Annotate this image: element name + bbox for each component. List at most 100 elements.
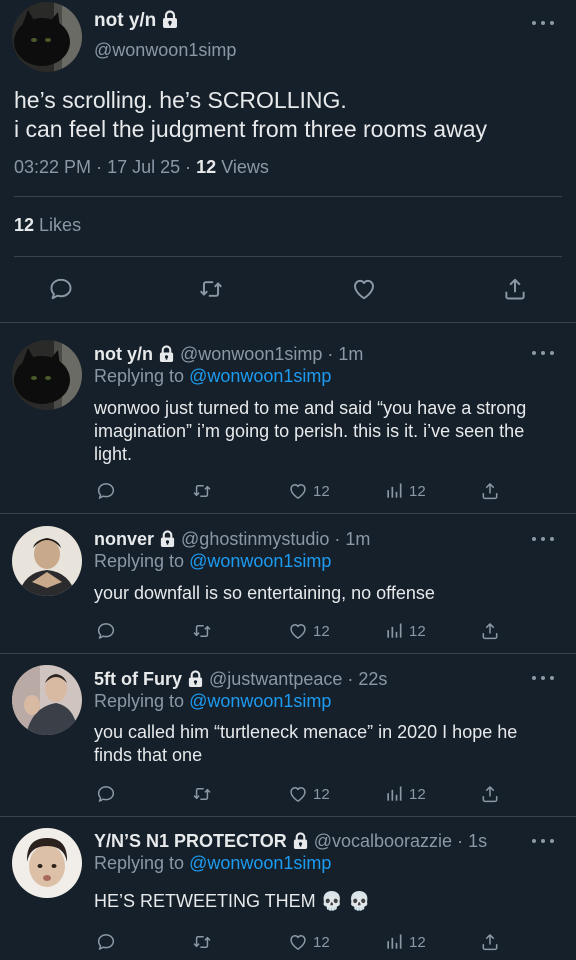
more-options-icon[interactable] xyxy=(532,348,554,358)
reply-icon[interactable] xyxy=(48,276,74,302)
author-handle[interactable]: @justwantpeace xyxy=(209,669,342,689)
avatar[interactable] xyxy=(12,665,82,735)
author-name[interactable]: not y/n xyxy=(94,10,156,31)
author-name[interactable]: nonver xyxy=(94,529,154,549)
replying-to-link[interactable]: @wonwoon1simp xyxy=(189,551,331,571)
like-action[interactable]: 12 xyxy=(288,784,330,804)
share-icon xyxy=(480,621,500,641)
reply-action[interactable] xyxy=(96,481,116,501)
retweet-action[interactable] xyxy=(192,932,212,952)
avatar-image xyxy=(12,526,82,596)
share-action[interactable] xyxy=(480,481,500,501)
views-count: 12 xyxy=(409,785,426,803)
views-count: 12 xyxy=(196,157,217,177)
divider xyxy=(14,256,562,257)
tweet-text-line: i can feel the judgment from three rooms… xyxy=(14,116,488,142)
replying-label: Replying to xyxy=(94,691,185,711)
share-action[interactable] xyxy=(480,932,500,952)
separator-dot: · xyxy=(327,344,334,364)
like-count: 12 xyxy=(313,482,330,500)
separator-dot: · xyxy=(185,157,197,177)
reply-action[interactable] xyxy=(96,621,116,641)
lock-icon xyxy=(187,670,204,687)
lock-icon xyxy=(292,832,309,849)
divider xyxy=(0,816,576,817)
replying-to: Replying to @wonwoon1simp xyxy=(94,551,331,572)
share-icon xyxy=(480,481,500,501)
like-icon[interactable] xyxy=(351,276,377,302)
avatar[interactable] xyxy=(12,828,82,898)
share-icon[interactable] xyxy=(502,276,528,302)
reply-text: HE’S RETWEETING THEM 💀 💀 xyxy=(94,891,371,911)
author-name[interactable]: not y/n xyxy=(94,344,153,364)
views-icon xyxy=(384,481,404,501)
author-name-row[interactable]: not y/n xyxy=(94,10,179,32)
reply-icon xyxy=(96,621,116,641)
divider xyxy=(0,322,576,323)
reply-time[interactable]: 22s xyxy=(358,669,387,689)
views-action[interactable]: 12 xyxy=(384,784,426,804)
tweet-text-line: he’s scrolling. he’s SCROLLING. xyxy=(14,87,347,113)
avatar[interactable] xyxy=(12,340,82,410)
reply-header: nonver @ghostinmystudio · 1m xyxy=(94,529,370,550)
avatar-image xyxy=(12,828,82,898)
retweet-icon[interactable] xyxy=(198,276,224,302)
views-icon xyxy=(384,932,404,952)
tweet-date[interactable]: 17 Jul 25 xyxy=(107,157,180,177)
retweet-action[interactable] xyxy=(192,621,212,641)
views-action[interactable]: 12 xyxy=(384,481,426,501)
retweet-icon xyxy=(192,932,212,952)
avatar-image xyxy=(12,340,82,410)
share-action[interactable] xyxy=(480,784,500,804)
like-action[interactable]: 12 xyxy=(288,481,330,501)
reply-header: 5ft of Fury @justwantpeace · 22s xyxy=(94,669,387,690)
replying-to-link[interactable]: @wonwoon1simp xyxy=(189,853,331,873)
avatar-image xyxy=(12,665,82,735)
lock-icon xyxy=(161,10,179,28)
retweet-action[interactable] xyxy=(192,481,212,501)
author-name[interactable]: Y/N’S N1 PROTECTOR xyxy=(94,831,287,851)
tweet-time[interactable]: 03:22 PM xyxy=(14,157,91,177)
reply-time[interactable]: 1m xyxy=(338,344,363,364)
author-handle[interactable]: @wonwoon1simp xyxy=(94,40,236,61)
lock-icon xyxy=(158,345,175,362)
author-handle[interactable]: @wonwoon1simp xyxy=(180,344,322,364)
likes-label: Likes xyxy=(39,215,82,235)
views-icon xyxy=(384,621,404,641)
views-count: 12 xyxy=(409,622,426,640)
reply-header: Y/N’S N1 PROTECTOR @vocalboorazzie · 1s xyxy=(94,831,487,852)
more-options-icon[interactable] xyxy=(532,534,554,544)
author-handle[interactable]: @ghostinmystudio xyxy=(181,529,329,549)
more-options-icon[interactable] xyxy=(532,673,554,683)
like-action[interactable]: 12 xyxy=(288,621,330,641)
likes-summary[interactable]: 12 Likes xyxy=(14,215,81,236)
reply-header: not y/n @wonwoon1simp · 1m xyxy=(94,344,363,365)
retweet-icon xyxy=(192,621,212,641)
like-icon xyxy=(288,481,308,501)
separator-dot: · xyxy=(334,529,341,549)
avatar[interactable] xyxy=(12,526,82,596)
author-name[interactable]: 5ft of Fury xyxy=(94,669,182,689)
share-icon xyxy=(480,784,500,804)
more-options-icon[interactable] xyxy=(532,836,554,846)
tweet-text: he’s scrolling. he’s SCROLLING. i can fe… xyxy=(14,86,564,144)
reply-action[interactable] xyxy=(96,932,116,952)
reply-icon xyxy=(96,932,116,952)
views-action[interactable]: 12 xyxy=(384,932,426,952)
retweet-action[interactable] xyxy=(192,784,212,804)
reply-time[interactable]: 1s xyxy=(468,831,487,851)
avatar[interactable] xyxy=(12,2,82,72)
share-action[interactable] xyxy=(480,621,500,641)
reply-action[interactable] xyxy=(96,784,116,804)
separator-dot: · xyxy=(96,157,108,177)
views-action[interactable]: 12 xyxy=(384,621,426,641)
divider xyxy=(0,653,576,654)
author-handle[interactable]: @vocalboorazzie xyxy=(314,831,452,851)
replying-to-link[interactable]: @wonwoon1simp xyxy=(189,366,331,386)
replying-to-link[interactable]: @wonwoon1simp xyxy=(189,691,331,711)
reply-time[interactable]: 1m xyxy=(345,529,370,549)
views-count: 12 xyxy=(409,482,426,500)
like-action[interactable]: 12 xyxy=(288,932,330,952)
more-options-icon[interactable] xyxy=(532,18,554,28)
avatar-image xyxy=(12,2,82,72)
